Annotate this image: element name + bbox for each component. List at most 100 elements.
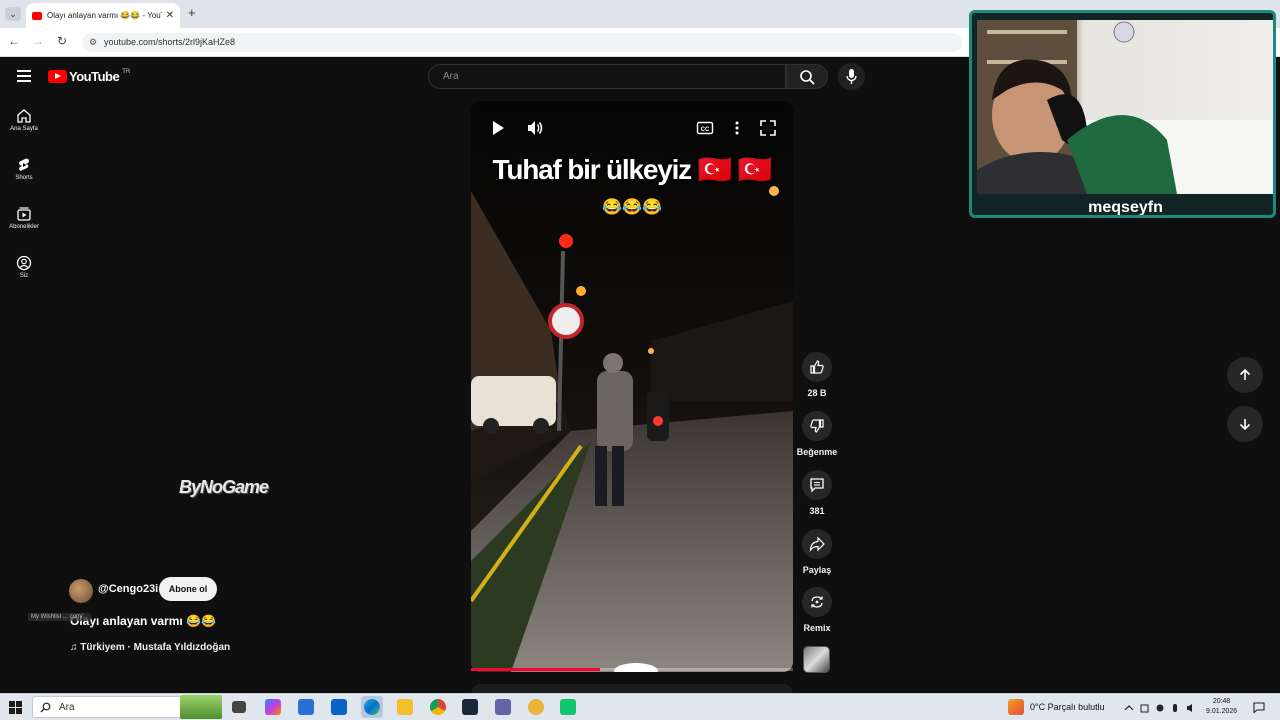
video-progress-fill: [471, 668, 600, 671]
dislike-label: Beğenme: [796, 447, 838, 457]
remix-icon: [811, 596, 823, 608]
share-icon: [809, 536, 825, 552]
sidebar-item-you[interactable]: Siz: [0, 255, 48, 279]
copilot-icon[interactable]: [265, 699, 281, 715]
search-input[interactable]: Ara: [428, 64, 786, 89]
windows-taskbar: Ara 0°C Parçalı bulutlu 20:48 9.01.2026: [0, 693, 1280, 720]
new-tab-button[interactable]: +: [188, 5, 196, 20]
clock-time: 20:48: [1212, 698, 1231, 705]
play-icon[interactable]: [489, 119, 507, 137]
video-night-street-scene: [471, 101, 793, 672]
country-code: TR: [122, 68, 131, 75]
home-icon: [17, 109, 31, 123]
fullscreen-icon[interactable]: [759, 119, 777, 137]
mail-icon[interactable]: [331, 699, 347, 715]
channel-handle[interactable]: @Cengo23i: [98, 583, 158, 595]
dislike-button[interactable]: Beğenme: [797, 411, 837, 457]
sidebar-item-label: Siz: [19, 273, 29, 279]
volume-icon[interactable]: [526, 119, 544, 137]
sound-thumbnail[interactable]: [803, 646, 830, 673]
you-icon: [16, 255, 32, 271]
thumbs-up-icon: [810, 360, 824, 374]
search-highlight-image: [180, 695, 222, 719]
notifications-icon[interactable]: [1253, 702, 1265, 713]
system-tray-icons[interactable]: [1124, 703, 1199, 713]
site-info-icon[interactable]: ⚙: [89, 33, 97, 52]
search-icon: [800, 70, 815, 85]
sidebar-item-home[interactable]: Ana Sayfa: [0, 108, 48, 132]
forward-arrow-icon[interactable]: →: [30, 34, 46, 48]
youtube-logo[interactable]: YouTube TR: [48, 69, 130, 84]
remix-button[interactable]: Remix: [798, 587, 836, 633]
weather-icon[interactable]: [1008, 699, 1024, 715]
webcam-feed: [977, 20, 1273, 194]
weather-text[interactable]: 0°C Parçalı bulutlu: [1030, 702, 1105, 712]
store-icon[interactable]: [298, 699, 314, 715]
channel-avatar[interactable]: [69, 579, 93, 603]
sidebar-item-shorts[interactable]: Shorts: [0, 157, 48, 181]
shorts-icon: [19, 158, 29, 171]
video-caption-emojis: 😂😂😂: [602, 199, 662, 216]
arrow-down-icon: [1239, 419, 1251, 431]
voice-search-button[interactable]: [838, 63, 865, 90]
previous-short-button[interactable]: [1227, 357, 1263, 393]
teams-icon[interactable]: [495, 699, 511, 715]
subscriptions-icon: [17, 207, 31, 221]
kick-icon[interactable]: [560, 699, 576, 715]
edge-active-icon[interactable]: [361, 696, 383, 718]
thumbs-down-icon: [810, 419, 824, 433]
app-icon[interactable]: [528, 699, 544, 715]
taskbar-clock[interactable]: 20:48 9.01.2026: [1206, 697, 1237, 717]
task-view-icon[interactable]: [232, 701, 246, 713]
sidebar-item-label: Ana Sayfa: [10, 126, 38, 132]
tab-close-icon[interactable]: ✕: [166, 10, 174, 21]
video-caption: Tuhaf bir ülkeyiz 🇹🇷 🇹🇷: [492, 154, 773, 185]
music-link[interactable]: ♫ Türkiyem · Mustafa Yıldızdoğan: [70, 642, 230, 653]
url-field[interactable]: ⚙ youtube.com/shorts/2rl9jKaHZe8: [82, 33, 962, 52]
like-button[interactable]: 28 B: [798, 352, 836, 398]
browser-tab[interactable]: Olayı anlayan varmı 😂😂 - YouTube ✕: [26, 3, 180, 28]
taskbar-search-icon: [40, 702, 51, 713]
url-text: youtube.com/shorts/2rl9jKaHZe8: [104, 37, 236, 47]
file-explorer-icon[interactable]: [397, 699, 413, 715]
windows-start-icon[interactable]: [9, 701, 22, 714]
microphone-icon: [846, 69, 857, 84]
sidebar-item-subscriptions[interactable]: Abonelikler: [0, 206, 48, 230]
video-title: Olayı anlayan varmı 😂😂: [70, 614, 216, 628]
arrow-up-icon: [1239, 368, 1251, 380]
tab-search-button[interactable]: ⌄: [5, 7, 21, 21]
closed-captions-icon[interactable]: CC: [696, 119, 714, 137]
like-count: 28 B: [807, 388, 827, 398]
webcam-overlay: meqseyfn: [969, 10, 1276, 218]
clock-date: 9.01.2026: [1206, 708, 1238, 715]
youtube-favicon-icon: [32, 11, 42, 20]
bynogame-logo: ByNoGame: [179, 477, 269, 497]
back-arrow-icon[interactable]: ←: [6, 34, 22, 48]
youtube-play-logo-icon: [48, 70, 67, 83]
subscribe-button[interactable]: Abone ol: [159, 577, 217, 601]
streamer-name: meqseyfn: [1088, 199, 1163, 216]
chrome-icon[interactable]: [430, 699, 446, 715]
svg-text:CC: CC: [701, 127, 710, 133]
sidebar-item-label: Shorts: [15, 175, 33, 181]
tab-title: Olayı anlayan varmı 😂😂 - YouTube: [47, 11, 162, 20]
remix-label: Remix: [803, 623, 831, 633]
sidebar-item-label: Abonelikler: [9, 224, 39, 230]
wishlist-watermark: My Wishlist ... com/...: [28, 613, 91, 621]
youtube-logo-text: YouTube: [69, 69, 120, 84]
taskbar-search-placeholder: Ara: [59, 702, 75, 713]
hamburger-menu-icon[interactable]: [17, 70, 31, 82]
share-button[interactable]: Paylaş: [798, 529, 836, 575]
next-short-button[interactable]: [1227, 406, 1263, 442]
share-label: Paylaş: [802, 565, 832, 575]
streamer-silhouette: [977, 20, 1273, 194]
reload-icon[interactable]: ↻: [54, 34, 70, 48]
comment-count: 381: [809, 506, 825, 516]
video-progress-bar[interactable]: [471, 668, 793, 671]
search-button[interactable]: [786, 64, 828, 89]
more-options-icon[interactable]: [728, 119, 746, 137]
steam-icon[interactable]: [462, 699, 478, 715]
comments-button[interactable]: 381: [798, 470, 836, 516]
shorts-video-player[interactable]: CC Tuhaf bir ülkeyiz 🇹🇷 🇹🇷 😂😂😂: [471, 101, 793, 672]
comment-icon: [810, 478, 824, 493]
